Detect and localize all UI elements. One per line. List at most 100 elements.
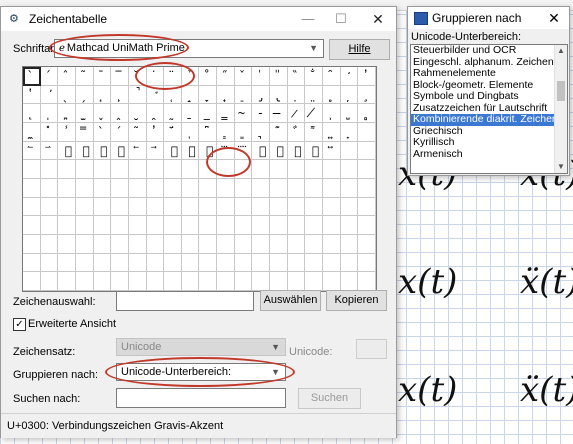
scroll-down-icon[interactable]: ▼ [555,161,567,173]
list-scrollbar[interactable]: ▲ ▼ [554,45,567,173]
character-cell[interactable]: ̘ [93,85,112,105]
character-cell[interactable] [270,272,288,291]
character-cell[interactable]: ̲ [199,104,218,123]
character-cell[interactable]: ͆ [199,122,218,142]
character-cell[interactable]: ⃖ [128,141,147,161]
character-cell[interactable]: ̰ [164,104,182,123]
character-cell[interactable] [305,160,324,179]
character-cell[interactable] [58,234,76,254]
character-cell[interactable]: ̒ [340,67,359,86]
character-cell[interactable]: ̼ [23,122,41,142]
character-cell[interactable] [93,272,112,291]
character-cell[interactable]: ͎ [340,122,359,142]
character-cell[interactable] [181,216,200,235]
character-cell[interactable] [181,234,200,254]
character-cell[interactable]: ͋ [287,122,306,142]
character-cell[interactable]: ⃑ [40,141,59,161]
character-cell[interactable]: ̽ [40,122,59,142]
character-cell[interactable]: ̤ [305,85,324,105]
character-cell[interactable]: ̍ [252,67,271,86]
character-cell[interactable] [23,160,41,179]
character-cell[interactable] [128,272,147,291]
character-cell[interactable]: ̎ [270,67,288,86]
charset-dropdown[interactable]: Unicode ▼ [116,338,286,356]
character-cell[interactable]: ̟ [217,85,235,105]
scroll-thumb[interactable] [557,81,565,101]
character-cell[interactable]: ̭ [111,104,129,123]
list-item[interactable]: Armenisch [411,148,567,161]
character-cell[interactable] [305,234,324,254]
character-cell[interactable] [287,216,306,235]
character-cell[interactable] [58,197,76,217]
character-cell[interactable] [23,253,41,273]
character-cell[interactable]: ̸ [305,104,324,123]
character-cell[interactable] [58,253,76,273]
character-cell[interactable] [128,216,147,235]
character-cell[interactable]: ̞ [199,85,218,105]
character-cell[interactable] [146,253,165,273]
character-cell[interactable] [340,253,359,273]
character-cell[interactable] [23,234,41,254]
character-cell[interactable]: ̱ [181,104,200,123]
character-cell[interactable] [234,197,253,217]
character-cell[interactable] [305,197,324,217]
scroll-up-icon[interactable]: ▲ [555,45,567,57]
character-cell[interactable]: ̓ [146,122,165,142]
character-cell[interactable] [111,253,129,273]
character-cell[interactable] [199,216,218,235]
math-expression[interactable]: ẍ(t) [520,370,573,410]
character-cell[interactable] [252,253,271,273]
character-cell[interactable] [40,216,59,235]
character-cell[interactable]: ̐ [305,67,324,86]
character-cell[interactable] [128,234,147,254]
character-cell[interactable]: ͉ [252,122,271,142]
character-cell[interactable]: ̩ [40,104,59,123]
character-cell[interactable]: ̯ [146,104,165,123]
character-cell[interactable]: ̶ [270,104,288,123]
character-cell[interactable] [234,216,253,235]
character-cell[interactable]: ̓ [358,67,376,86]
character-cell[interactable] [93,178,112,198]
character-cell[interactable]: ⃡ [323,141,341,161]
character-cell[interactable] [146,178,165,198]
character-cell[interactable] [111,197,129,217]
character-cell[interactable] [58,160,76,179]
character-cell[interactable] [164,160,182,179]
character-cell[interactable] [146,272,165,291]
character-cell[interactable] [217,178,235,198]
character-cell[interactable] [181,253,200,273]
character-cell[interactable]: ̌ [234,67,253,86]
character-cell[interactable]: ̕ [40,85,59,105]
character-cell[interactable] [340,216,359,235]
character-cell[interactable] [217,197,235,217]
character-cell[interactable] [323,234,341,254]
math-expression[interactable]: ẍ(t) [520,262,573,302]
character-cell[interactable] [181,178,200,198]
character-cell[interactable]: ̺ [340,104,359,123]
character-cell[interactable] [111,178,129,198]
character-cell[interactable] [40,178,59,198]
character-cell[interactable]: ̀ [93,122,112,142]
character-cell[interactable] [75,178,94,198]
character-cell[interactable]: ̢ [270,85,288,105]
copy-button[interactable]: Kopieren [326,290,387,311]
character-cell[interactable] [234,234,253,254]
character-cell[interactable] [252,234,271,254]
character-cell[interactable] [23,272,41,291]
character-cell[interactable] [23,197,41,217]
unicode-input[interactable] [356,339,387,359]
list-item[interactable]: Kombinierende diakrit. Zeichen [411,113,567,126]
character-cell[interactable] [340,141,359,161]
character-cell[interactable] [358,253,376,273]
character-cell[interactable] [217,272,235,291]
character-cell[interactable]: ̦ [340,85,359,105]
character-cell[interactable] [164,178,182,198]
character-cell[interactable] [217,253,235,273]
math-expression[interactable]: x(t) [398,262,457,302]
character-cell[interactable] [323,178,341,198]
character-cell[interactable]: ̹ [323,104,341,123]
character-cell[interactable] [128,253,147,273]
group-title-bar[interactable]: Gruppieren nach ✕ [408,7,569,29]
character-cell[interactable] [340,234,359,254]
character-cell[interactable]: ̋ [217,67,235,86]
